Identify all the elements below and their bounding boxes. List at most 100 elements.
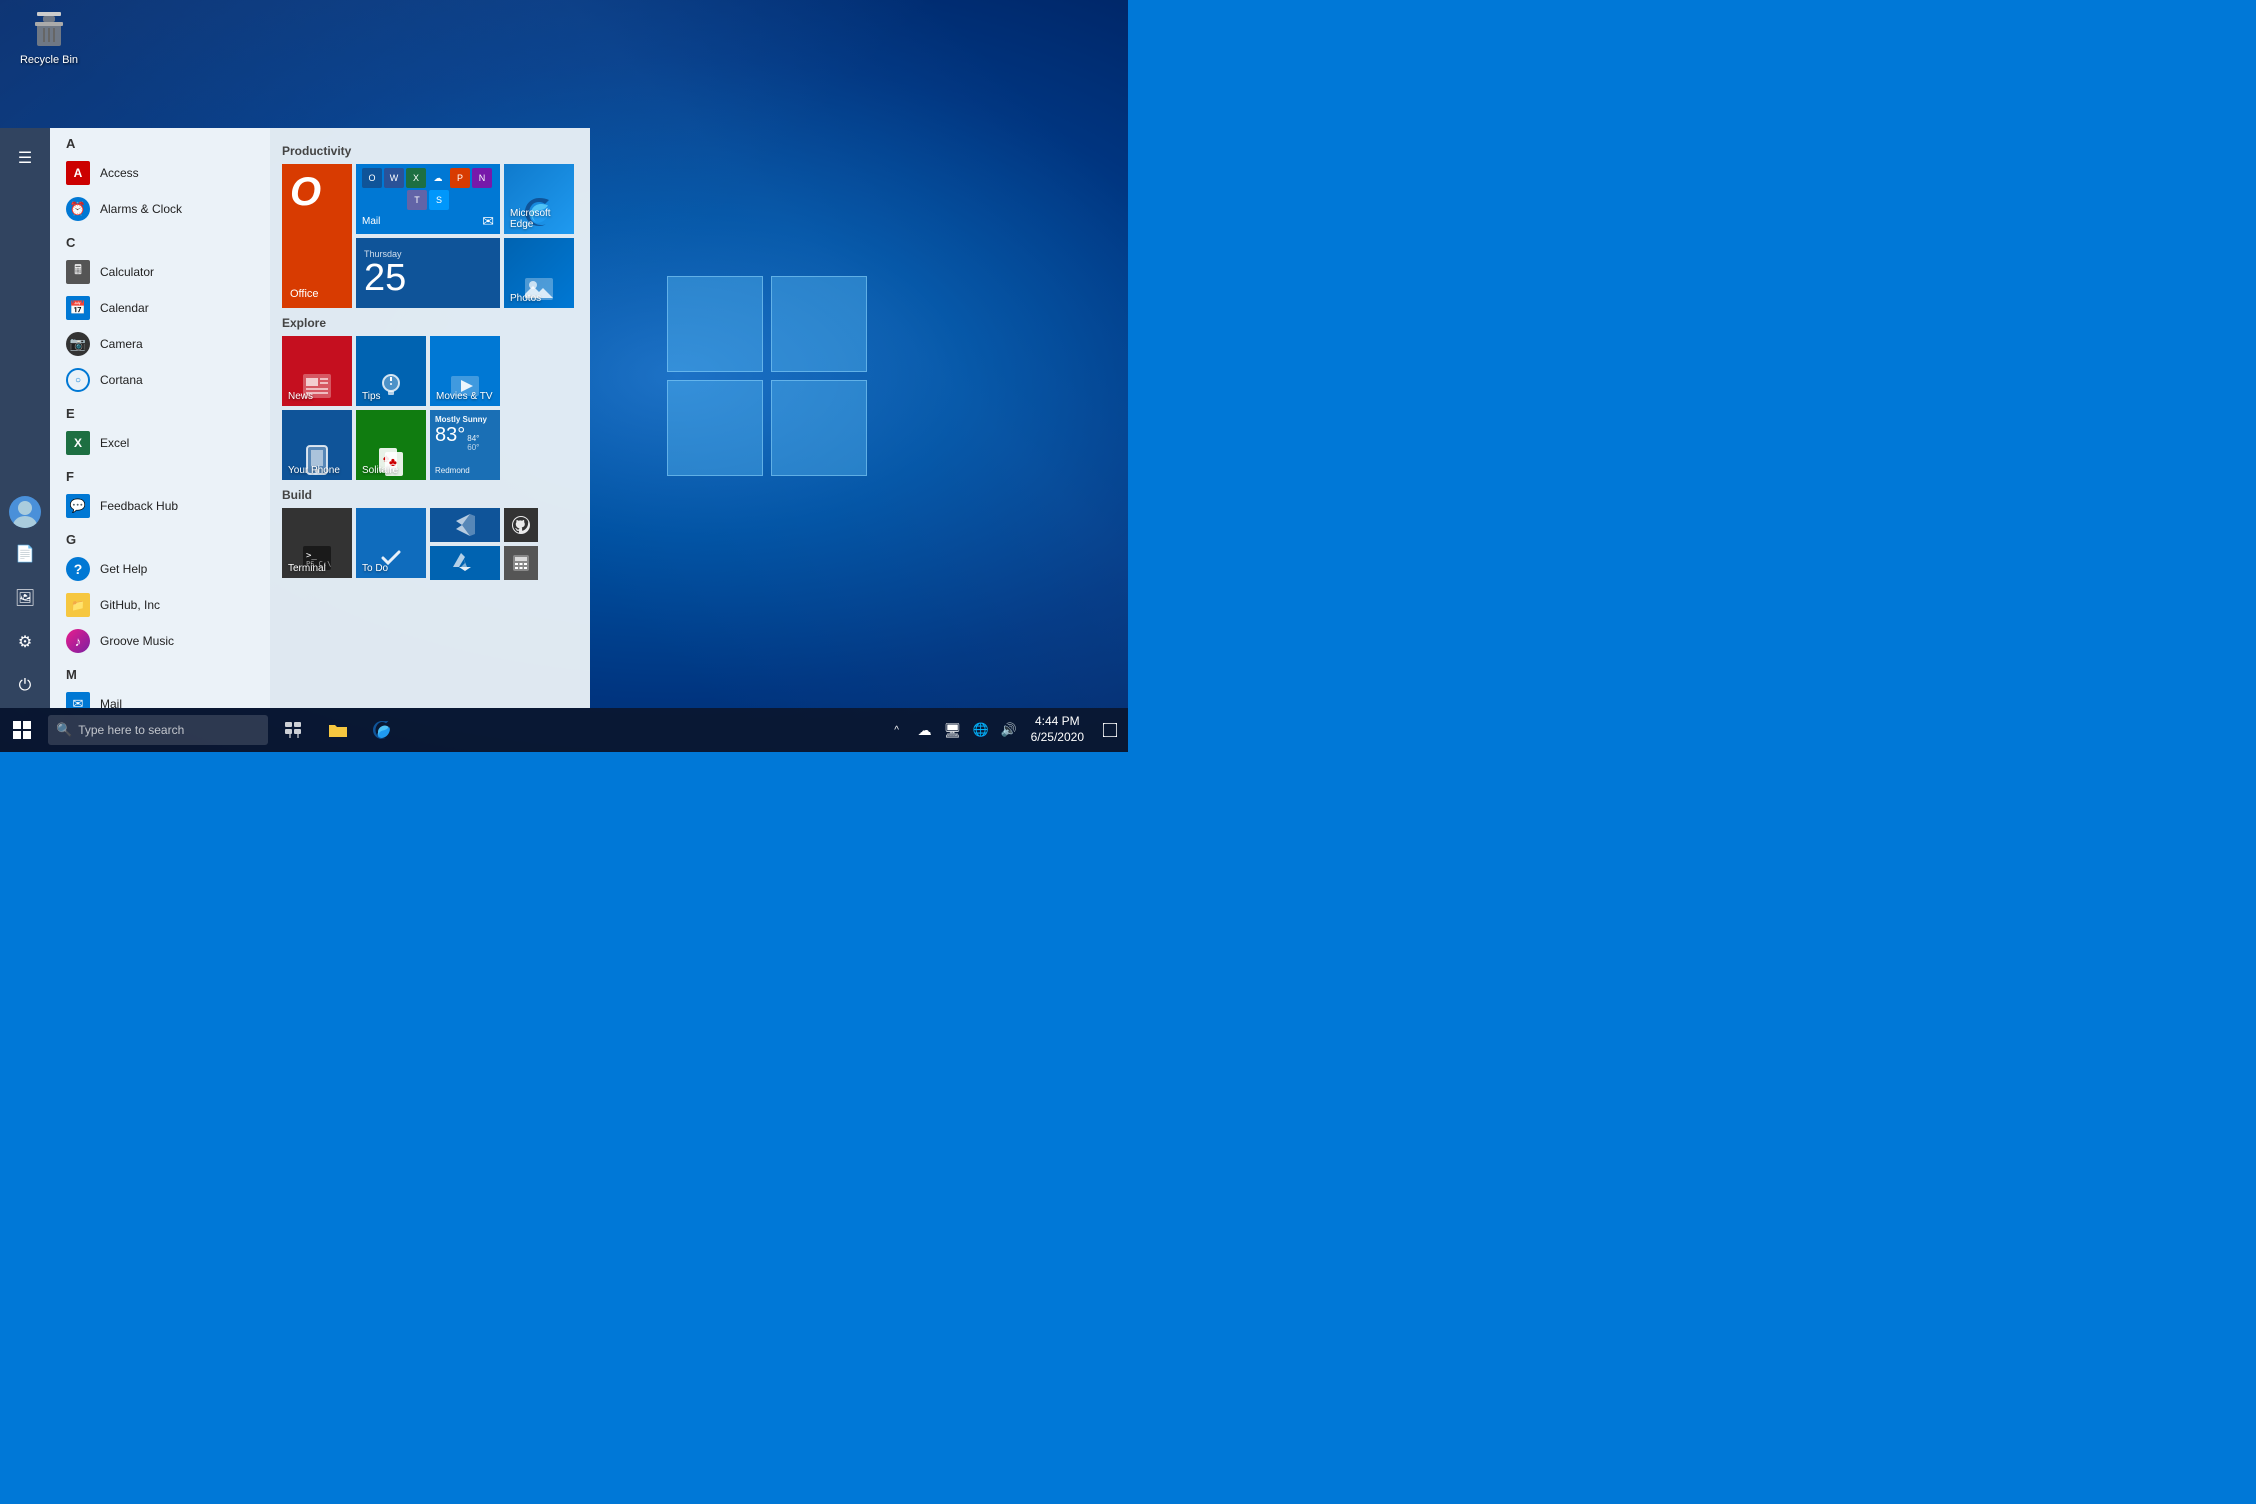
tile-terminal[interactable]: >_ PS C:\ Terminal — [282, 508, 352, 578]
tile-mail-hub[interactable]: O W X ☁ P N T S Mail ✉ — [356, 164, 500, 234]
app-item-mail[interactable]: ✉ Mail — [50, 686, 270, 708]
pictures-button[interactable]: 🖼 — [3, 576, 47, 620]
tile-calc-small[interactable] — [504, 546, 538, 580]
recycle-bin-icon[interactable]: Recycle Bin — [14, 10, 84, 66]
cortana-label: Cortana — [100, 373, 143, 387]
tile-photos[interactable]: Photos — [504, 238, 574, 308]
tray-cloud-icon[interactable]: ☁ — [911, 708, 939, 752]
tray-volume-icon[interactable]: 🔊 — [995, 708, 1023, 752]
productivity-row-1: O Office O W X ☁ P N — [282, 164, 578, 308]
app-item-alarms[interactable]: ⏰ Alarms & Clock — [50, 191, 270, 227]
app-item-cortana[interactable]: ○ Cortana — [50, 362, 270, 398]
windows-logo-wallpaper — [667, 276, 867, 476]
gethelp-label: Get Help — [100, 562, 147, 576]
app-item-access[interactable]: A Access — [50, 155, 270, 191]
notification-button[interactable] — [1092, 708, 1128, 752]
taskbar-file-explorer[interactable] — [316, 708, 360, 752]
clock-time: 4:44 PM — [1035, 714, 1080, 730]
pictures-icon: 🖼 — [15, 588, 35, 608]
settings-button[interactable]: ⚙ — [3, 620, 47, 664]
task-view-icon — [285, 722, 303, 738]
tile-tips[interactable]: Tips — [356, 336, 426, 406]
mail-hub-text: Mail — [362, 216, 380, 227]
clock-date: 6/25/2020 — [1031, 730, 1084, 746]
tile-azure[interactable] — [430, 546, 500, 580]
app-item-github[interactable]: 📁 GitHub, Inc — [50, 587, 270, 623]
app-item-gethelp[interactable]: ? Get Help — [50, 551, 270, 587]
taskbar-edge[interactable] — [360, 708, 404, 752]
edge-tile-label: Microsoft Edge — [510, 208, 574, 230]
mail-hub-mail-icon: ✉ — [482, 213, 494, 230]
tile-edge[interactable]: Microsoft Edge — [504, 164, 574, 234]
tray-network-icon[interactable]: 🌐 — [967, 708, 995, 752]
explore-row-2: Your Phone ♠ ♣ Solitaire Mostly Sunny — [282, 410, 578, 480]
settings-icon: ⚙ — [18, 632, 32, 652]
taskbar-search-box[interactable]: 🔍 — [48, 715, 268, 745]
mail-label: Mail — [100, 697, 122, 708]
documents-button[interactable]: 📄 — [3, 532, 47, 576]
user-avatar[interactable] — [9, 496, 41, 528]
tile-movies[interactable]: Movies & TV — [430, 336, 500, 406]
access-label: Access — [100, 166, 139, 180]
app-item-camera[interactable]: 📷 Camera — [50, 326, 270, 362]
hamburger-menu-button[interactable]: ☰ — [3, 136, 47, 180]
app-item-excel[interactable]: X Excel — [50, 425, 270, 461]
letter-header-a: A — [50, 128, 270, 155]
office-tile-label: Office — [290, 288, 319, 300]
tile-your-phone[interactable]: Your Phone — [282, 410, 352, 480]
build-section-label: Build — [282, 488, 578, 502]
edge-taskbar-icon — [372, 720, 392, 740]
gethelp-icon: ? — [66, 557, 90, 581]
weather-temp-row: 83° 84° 60° — [435, 424, 479, 452]
app-list: A A Access ⏰ Alarms & Clock C 🖩 Calculat… — [50, 128, 270, 708]
tile-calendar-live[interactable]: Thursday 25 — [356, 238, 500, 308]
explore-section-label: Explore — [282, 316, 578, 330]
mail-hub-excel-icon: X — [406, 168, 426, 188]
tips-tile-label: Tips — [362, 391, 381, 402]
letter-header-c: C — [50, 227, 270, 254]
tile-solitaire[interactable]: ♠ ♣ Solitaire — [356, 410, 426, 480]
weather-high-low: 84° 60° — [467, 434, 479, 452]
notification-icon — [1103, 723, 1117, 737]
edge-photos-column: Microsoft Edge Photos — [504, 164, 574, 308]
right-column-productivity: O W X ☁ P N T S Mail ✉ — [356, 164, 500, 308]
access-icon: A — [66, 161, 90, 185]
tile-vscode[interactable] — [430, 508, 500, 542]
letter-header-f: F — [50, 461, 270, 488]
tile-office[interactable]: O Office — [282, 164, 352, 308]
office-big-icon: O — [290, 172, 321, 212]
groove-label: Groove Music — [100, 634, 174, 648]
task-view-button[interactable] — [272, 708, 316, 752]
mail-hub-footer: Mail ✉ — [362, 213, 494, 230]
power-button[interactable]: ⏻ — [3, 664, 47, 708]
tile-github[interactable] — [504, 508, 538, 542]
recycle-bin-label: Recycle Bin — [20, 54, 78, 66]
taskbar-search-input[interactable] — [78, 723, 260, 737]
tile-news[interactable]: News — [282, 336, 352, 406]
movies-tile-label: Movies & TV — [436, 391, 493, 402]
start-button[interactable] — [0, 708, 44, 752]
weather-high: 84° — [467, 434, 479, 443]
hamburger-icon: ☰ — [18, 148, 32, 168]
tray-clock[interactable]: 4:44 PM 6/25/2020 — [1023, 708, 1092, 752]
tray-monitor-icon[interactable]: 🖥 — [939, 708, 967, 752]
app-item-calculator[interactable]: 🖩 Calculator — [50, 254, 270, 290]
github-label: GitHub, Inc — [100, 598, 160, 612]
tile-todo[interactable]: To Do — [356, 508, 426, 578]
mail-icon: ✉ — [66, 692, 90, 708]
mail-hub-pp-icon: P — [450, 168, 470, 188]
tray-expand-button[interactable]: ^ — [883, 708, 911, 752]
system-tray: ^ ☁ 🖥 🌐 🔊 4:44 PM 6/25/2020 — [883, 708, 1128, 752]
tile-weather[interactable]: Mostly Sunny 83° 84° 60° Redmond — [430, 410, 500, 480]
camera-label: Camera — [100, 337, 143, 351]
documents-icon: 📄 — [15, 544, 35, 564]
user-avatar-image — [9, 496, 41, 528]
calc-small-icon — [512, 554, 530, 572]
terminal-tile-label: Terminal — [288, 563, 326, 574]
app-item-calendar[interactable]: 📅 Calendar — [50, 290, 270, 326]
azure-icon — [453, 553, 477, 573]
app-item-feedback[interactable]: 💬 Feedback Hub — [50, 488, 270, 524]
news-tile-label: News — [288, 391, 313, 402]
app-item-groove[interactable]: ♪ Groove Music — [50, 623, 270, 659]
solitaire-tile-label: Solitaire — [362, 465, 398, 476]
